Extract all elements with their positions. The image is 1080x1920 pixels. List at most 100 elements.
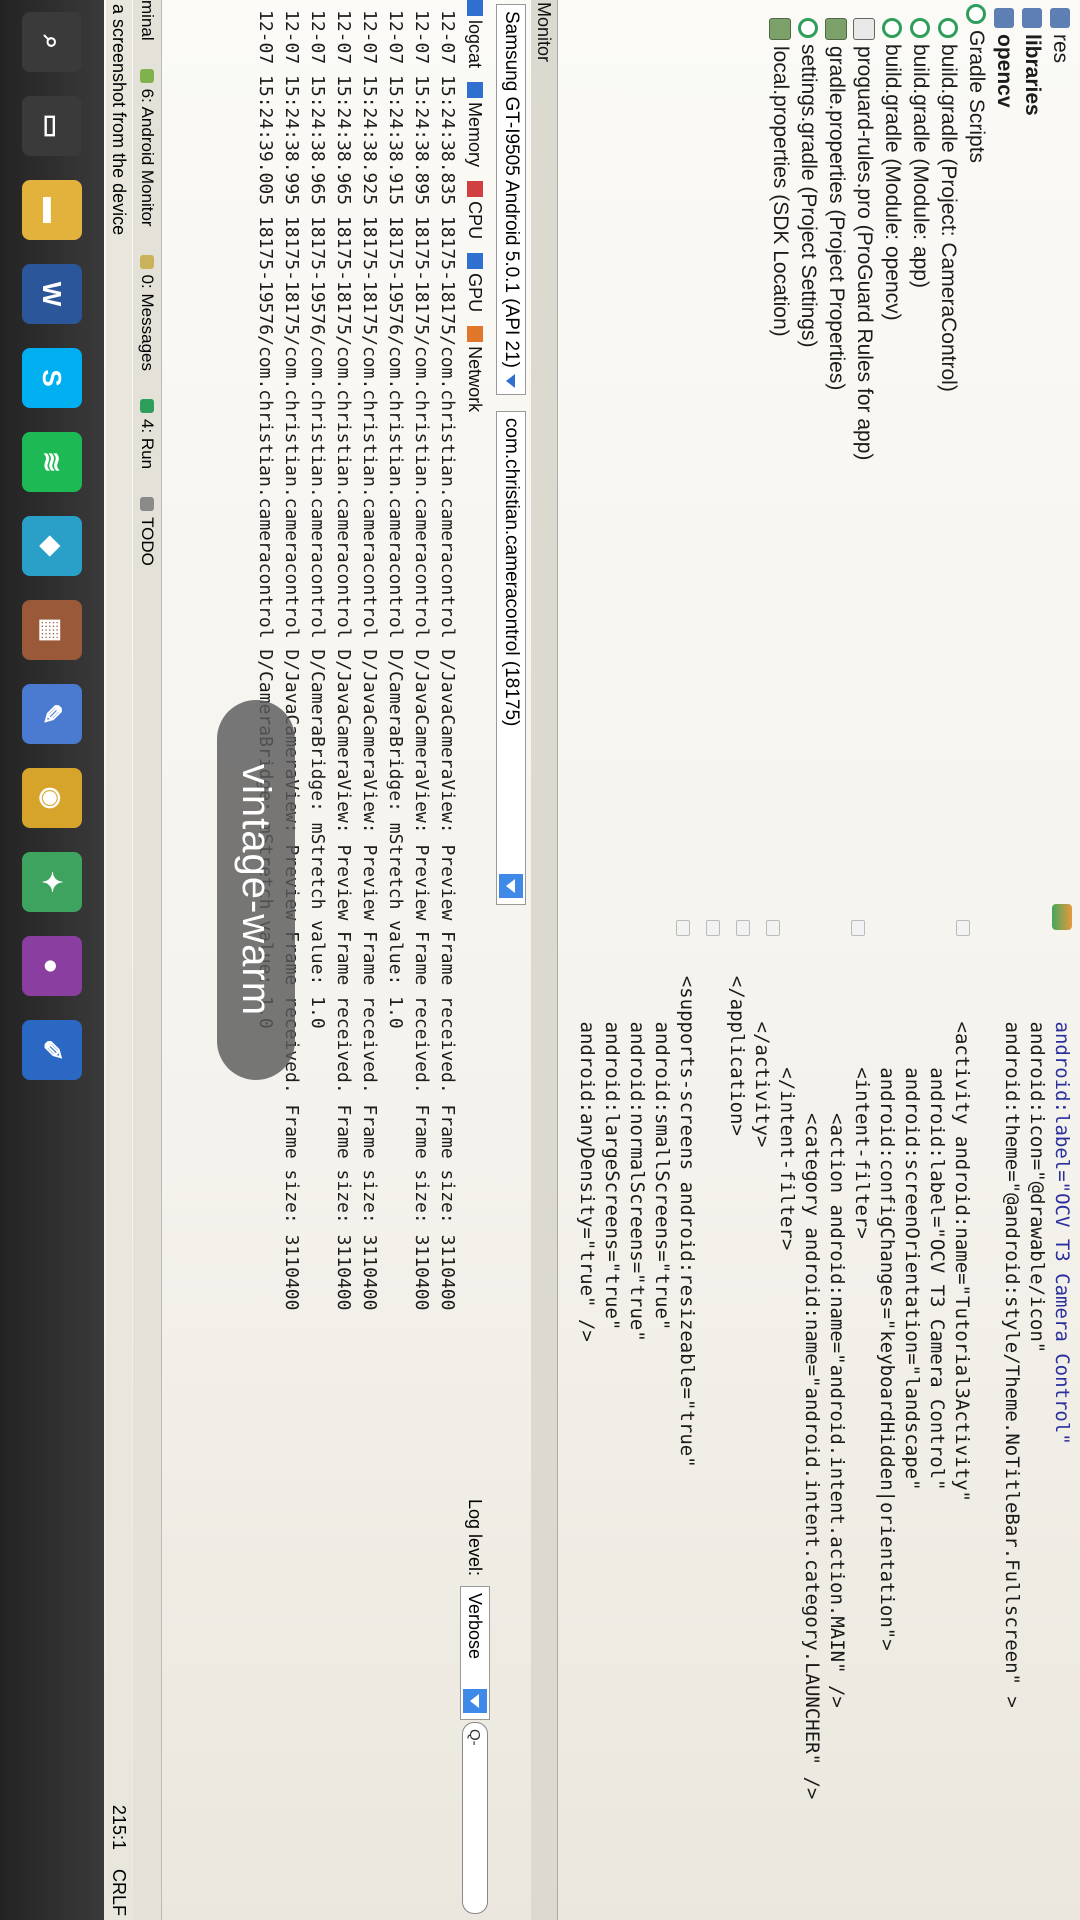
- github-icon[interactable]: ●: [22, 936, 82, 996]
- tree-item[interactable]: settings.gradle (Project Settings): [794, 0, 822, 860]
- diamond-app-icon[interactable]: ◆: [22, 516, 82, 576]
- tool-window-button[interactable]: TODO: [137, 497, 157, 566]
- gradle-icon: [938, 18, 958, 38]
- log-line: 12-07 15:24:38.895 18175-18175/com.chris…: [408, 0, 434, 1920]
- log-text: 12-07 15:24:38.925 18175-18175/com.chris…: [359, 10, 380, 1311]
- log-text: 12-07 15:24:38.965 18175-18175/com.chris…: [333, 10, 354, 1311]
- tree-item[interactable]: build.gradle (Project: CameraControl): [934, 0, 962, 860]
- monitor-tabs-row: logcat Memory CPU GPU Network Log level: Ver…: [460, 0, 490, 1920]
- monitor-screen: res libraries opencv Gradle Scripts build.gr…: [0, 0, 1080, 1920]
- tool-window-button[interactable]: minal: [137, 0, 157, 41]
- code-line: android:normalScreens="true": [626, 930, 648, 1342]
- monitor-tab-icon: [467, 82, 483, 99]
- tree-item-label: build.gradle (Project: CameraControl): [937, 44, 960, 392]
- file-explorer-icon[interactable]: ▬: [22, 180, 82, 240]
- tree-item[interactable]: libraries: [1018, 0, 1046, 860]
- tree-item-label: build.gradle (Module: opencv): [881, 44, 904, 321]
- media-app-icon[interactable]: ▦: [22, 600, 82, 660]
- logcat-output[interactable]: 12-07 15:24:38.835 18175-18175/com.chris…: [160, 0, 460, 1920]
- skype-icon[interactable]: S: [22, 348, 82, 408]
- android-studio-icon[interactable]: ✦: [22, 852, 82, 912]
- properties-icon: [769, 18, 791, 40]
- tool-window-label: 0: Messages: [138, 274, 157, 371]
- folder-icon: [1022, 8, 1042, 28]
- chevron-down-icon: [506, 373, 516, 388]
- code-line: android:anyDensity="true" />: [576, 930, 598, 1342]
- folder-icon: [1050, 8, 1070, 28]
- tree-item[interactable]: Gradle Scripts: [962, 0, 990, 860]
- log-level-dropdown[interactable]: Verbose: [460, 1586, 490, 1720]
- cursor-position[interactable]: 215:1: [109, 1805, 129, 1850]
- monitor-tab-icon: [467, 181, 483, 198]
- tab-gpu[interactable]: GPU: [465, 253, 486, 312]
- monitor-tab-icon: [467, 253, 483, 270]
- log-line: 12-07 15:24:38.965 18175-19576/com.chris…: [304, 0, 330, 1920]
- tab-logcat[interactable]: logcat: [465, 0, 486, 68]
- filter-toast: vintage-warm: [217, 700, 295, 1080]
- status-right: 215:1 CRLF: [106, 1805, 132, 1916]
- tree-item-label: proguard-rules.pro (ProGuard Rules for a…: [853, 46, 876, 461]
- android-monitor-title: Monitor: [531, 0, 558, 1920]
- monitor-tab-icon: [467, 0, 483, 16]
- tree-item[interactable]: gradle.properties (Project Properties): [822, 0, 850, 860]
- chrome-icon[interactable]: ◉: [22, 768, 82, 828]
- log-level-label: Log level:: [465, 1498, 486, 1576]
- spotify-icon[interactable]: ≋: [22, 432, 82, 492]
- line-ending[interactable]: CRLF: [109, 1869, 129, 1916]
- device-dropdown[interactable]: Samsung GT-I9505 Android 5.0.1 (API 21): [496, 4, 526, 395]
- gradle-icon: [910, 18, 930, 38]
- code-line: </application>: [726, 930, 748, 1136]
- chevron-down-icon: [499, 873, 523, 898]
- tool-window-icon: [140, 68, 154, 83]
- code-line: android:largeScreens="true": [601, 930, 623, 1331]
- tool-window-button[interactable]: 6: Android Monitor: [137, 68, 157, 227]
- tab-network[interactable]: Network: [465, 326, 486, 412]
- tree-item-label: Gradle Scripts: [965, 30, 988, 164]
- log-line: 12-07 15:24:38.965 18175-18175/com.chris…: [330, 0, 356, 1920]
- tool-window-button[interactable]: 0: Messages: [137, 254, 157, 371]
- tree-item[interactable]: build.gradle (Module: opencv): [878, 0, 906, 860]
- windows-taskbar: ⌕ ▭ ▬ W S ≋ ◆ ▦ ✎ ◉ ✦ ● ✐: [0, 0, 104, 1920]
- tools-icon[interactable]: ✎: [22, 684, 82, 744]
- code-editor[interactable]: android:label="OCV T3 Camera Control" an…: [574, 930, 1074, 1920]
- tab-label: Network: [465, 346, 486, 413]
- code-line: <category android:name="android.intent.c…: [801, 930, 823, 1800]
- project-tree: res libraries opencv Gradle Scripts build.gr…: [554, 0, 1080, 860]
- tool-window-icon: [140, 497, 154, 512]
- log-text: 12-07 15:24:38.915 18175-19576/com.chris…: [385, 10, 406, 1029]
- tool-window-bar: minal 6: Android Monitor 0: Messages 4: Run…: [133, 0, 162, 1920]
- search-icon[interactable]: ⌕: [22, 12, 82, 72]
- tree-item[interactable]: opencv: [990, 0, 1018, 860]
- tree-item[interactable]: build.gradle (Module: app): [906, 0, 934, 860]
- tree-item[interactable]: res: [1046, 0, 1074, 860]
- code-line: </activity>: [751, 930, 773, 1148]
- device-label: Samsung GT-I9505 Android 5.0.1 (API 21): [501, 11, 522, 368]
- tree-item[interactable]: local.properties (SDK Location): [766, 0, 794, 860]
- code-line: <activity android:name="Tutorial3Activit…: [951, 930, 973, 1502]
- tab-cpu[interactable]: CPU: [465, 181, 486, 239]
- tree-item[interactable]: proguard-rules.pro (ProGuard Rules for a…: [850, 0, 878, 860]
- monitor-tabs: logcat Memory CPU GPU Network: [465, 0, 486, 426]
- gradle-icon: [882, 18, 902, 38]
- tab-memory[interactable]: Memory: [465, 82, 486, 167]
- logcat-search-input[interactable]: Q-: [462, 1722, 488, 1914]
- log-line: 12-07 15:24:38.835 18175-18175/com.chris…: [434, 0, 460, 1920]
- process-dropdown[interactable]: com.christian.cameracontrol (18175): [496, 410, 526, 905]
- pen-app-icon[interactable]: ✐: [22, 1020, 82, 1080]
- log-level-control: Log level: Verbose: [460, 1499, 490, 1720]
- log-level-value: Verbose: [465, 1593, 486, 1660]
- tab-label: GPU: [465, 273, 486, 313]
- code-line: android:label="OCV T3 Camera Control": [1051, 930, 1073, 1445]
- word-icon[interactable]: W: [22, 264, 82, 324]
- tree-item-label: local.properties (SDK Location): [769, 46, 792, 337]
- tree-item-label: build.gradle (Module: app): [909, 44, 932, 288]
- tree-item-label: opencv: [993, 34, 1016, 108]
- status-bar: a screenshot from the device 215:1 CRLF: [106, 0, 132, 1920]
- code-line: android:smallScreens="true": [651, 930, 673, 1331]
- code-line: </intent-filter>: [776, 930, 798, 1251]
- tool-window-button[interactable]: 4: Run: [137, 398, 157, 469]
- chevron-down-icon: [463, 1689, 487, 1713]
- task-view-icon[interactable]: ▭: [22, 96, 82, 156]
- properties-icon: [825, 18, 847, 40]
